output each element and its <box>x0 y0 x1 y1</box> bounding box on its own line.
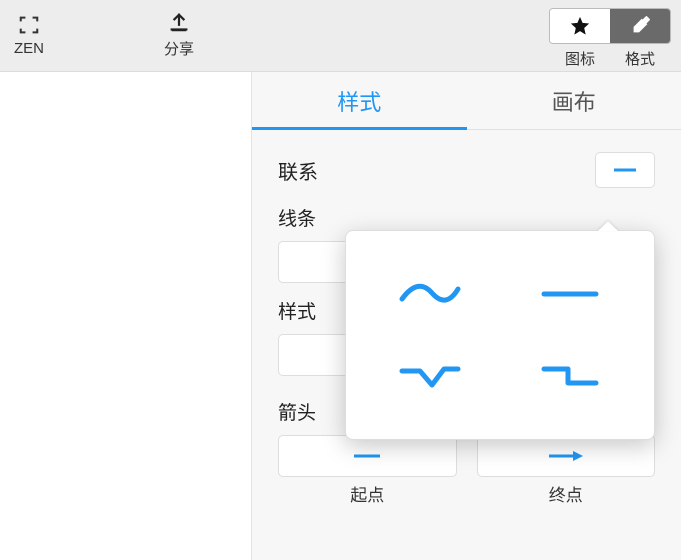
icon-format-segmented <box>549 8 671 44</box>
seg-format-label: 格式 <box>610 48 670 69</box>
line-type-straight[interactable] <box>503 257 637 331</box>
line-type-bracket[interactable] <box>503 339 637 413</box>
arrow-none-start-icon <box>350 452 384 460</box>
zen-button[interactable]: ZEN <box>14 14 44 57</box>
panel-tabs: 样式 画布 <box>252 72 681 130</box>
arrow-row <box>278 435 655 477</box>
seg-labels: 图标 格式 <box>550 48 670 69</box>
canvas-area[interactable] <box>0 72 251 560</box>
share-icon <box>167 12 191 34</box>
fullscreen-icon <box>17 14 41 36</box>
zen-label: ZEN <box>14 40 44 57</box>
star-icon <box>569 15 591 37</box>
arrow-start-label: 起点 <box>278 481 457 506</box>
topbar-right-group: 图标 格式 <box>549 8 671 69</box>
arrow-start-button[interactable] <box>278 435 457 477</box>
tab-style[interactable]: 样式 <box>252 72 467 129</box>
relation-line-type-button[interactable] <box>595 152 655 188</box>
seg-icon-label: 图标 <box>550 48 610 69</box>
relation-row: 联系 <box>278 152 655 188</box>
share-label: 分享 <box>164 38 194 59</box>
line-type-zigzag[interactable] <box>363 339 497 413</box>
seg-icon[interactable] <box>550 9 610 43</box>
paintbrush-icon <box>629 15 651 37</box>
line-type-wave[interactable] <box>363 257 497 331</box>
seg-format[interactable] <box>610 9 670 43</box>
arrow-end-icon <box>547 450 585 462</box>
line-type-popover <box>345 230 655 440</box>
topbar-left-group: ZEN 分享 <box>0 12 194 59</box>
line-straight-icon <box>612 167 638 173</box>
arrow-end-button[interactable] <box>477 435 656 477</box>
arrow-end-label: 终点 <box>477 481 656 506</box>
tab-canvas[interactable]: 画布 <box>467 72 681 129</box>
topbar: ZEN 分享 图标 格式 <box>0 0 681 72</box>
share-button[interactable]: 分享 <box>164 12 194 59</box>
relation-label: 联系 <box>278 156 318 185</box>
